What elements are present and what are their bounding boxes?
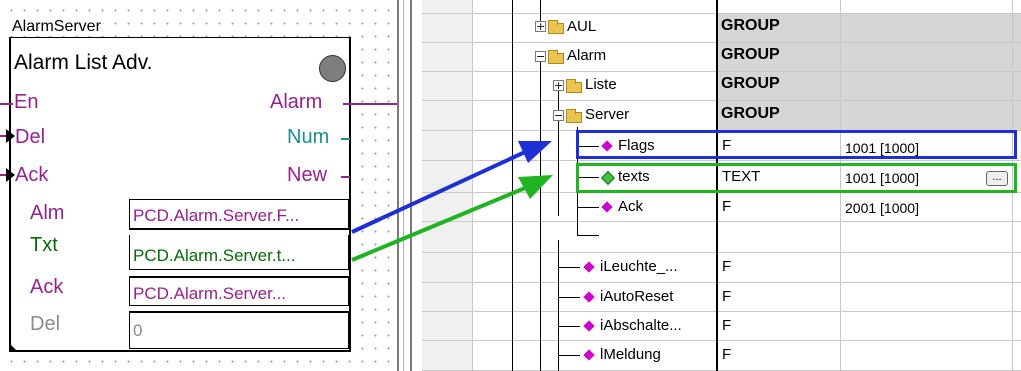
green-arrow-line [351,186,526,262]
annotation-arrows [351,141,553,262]
blue-arrow-line [351,150,526,234]
blue-arrowhead-icon [518,141,552,163]
